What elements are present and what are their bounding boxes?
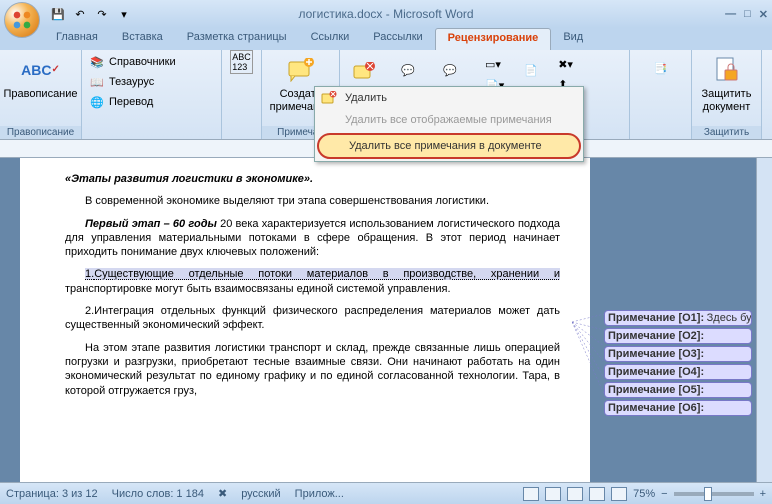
reject-button[interactable]: ✖▾	[555, 54, 576, 74]
spelling-icon: ABC✓	[25, 54, 57, 86]
view-print[interactable]	[523, 487, 539, 501]
page[interactable]: «Этапы развития логистики в экономике». …	[20, 158, 590, 482]
tab-insert[interactable]: Вставка	[110, 28, 175, 50]
ribbon-tabs: Главная Вставка Разметка страницы Ссылки…	[0, 28, 772, 50]
maximize-button[interactable]: □	[744, 8, 751, 21]
view-draft[interactable]	[611, 487, 627, 501]
para-intro: В современной экономике выделяют три эта…	[65, 194, 560, 208]
translate-icon: 🌐	[89, 94, 105, 110]
status-lang[interactable]: русский	[241, 488, 280, 500]
accept-icon: 📄	[515, 56, 547, 88]
tab-view[interactable]: Вид	[551, 28, 595, 50]
thesaurus-button[interactable]: 📖Тезаурус	[86, 72, 217, 92]
comment-2[interactable]: Примечание [О2]:	[604, 328, 752, 344]
thesaurus-icon: 📖	[89, 74, 105, 90]
para-3: На этом этапе развития логистики транспо…	[65, 341, 560, 398]
abc-icon: ABC123	[230, 50, 253, 74]
comment-5[interactable]: Примечание [О5]:	[604, 382, 752, 398]
view-fullscreen[interactable]	[545, 487, 561, 501]
zoom-out[interactable]: −	[661, 488, 667, 500]
tab-review[interactable]: Рецензирование	[435, 28, 552, 50]
compare-icon: 📑	[645, 54, 677, 86]
status-insert[interactable]: Прилож...	[295, 488, 344, 500]
undo-button[interactable]: ↶	[70, 4, 90, 24]
list-item-1: 1.Существующие отдельные потоки материал…	[65, 267, 560, 296]
status-page[interactable]: Страница: 3 из 12	[6, 488, 98, 500]
save-button[interactable]: 💾	[48, 4, 68, 24]
view-web[interactable]	[567, 487, 583, 501]
protect-button[interactable]: Защитить документ	[696, 52, 757, 116]
group-proofing-label: Правописание	[0, 126, 81, 139]
delete-comment-menu: Удалить Удалить все отображаемые примеча…	[314, 86, 584, 162]
ribbon: ABC✓ Правописание Правописание 📚Справочн…	[0, 50, 772, 140]
compare-button[interactable]: 📑	[634, 52, 687, 88]
window-title: логистика.docx - Microsoft Word	[298, 7, 473, 21]
comment-4[interactable]: Примечание [О4]:	[604, 364, 752, 380]
reject-icon: ✖▾	[558, 58, 573, 71]
group-protect-label: Защитить	[692, 126, 761, 139]
tab-mailings[interactable]: Рассылки	[361, 28, 434, 50]
tab-home[interactable]: Главная	[44, 28, 110, 50]
protect-icon	[711, 54, 743, 86]
new-comment-icon	[285, 54, 317, 86]
para-stage1: Первый этап – 60 годы 20 века характериз…	[65, 217, 560, 260]
translate-button[interactable]: 🌐Перевод	[86, 92, 217, 112]
next-icon: 💬	[434, 56, 466, 88]
comment-3[interactable]: Примечание [О3]:	[604, 346, 752, 362]
titlebar: 💾 ↶ ↷ ▾ логистика.docx - Microsoft Word …	[0, 0, 772, 28]
menu-delete-shown: Удалить все отображаемые примечания	[315, 109, 583, 131]
research-icon: 📚	[89, 54, 105, 70]
statusbar: Страница: 3 из 12 Число слов: 1 184 ✖ ру…	[0, 482, 772, 504]
scrollbar-vertical[interactable]	[756, 158, 772, 482]
quick-access-toolbar: 💾 ↶ ↷ ▾	[48, 4, 134, 24]
menu-delete[interactable]: Удалить	[315, 87, 583, 109]
delete-comment-icon	[348, 56, 380, 88]
comment-6[interactable]: Примечание [О6]:	[604, 400, 752, 416]
view-outline[interactable]	[589, 487, 605, 501]
wordcount-button[interactable]: ABC123	[227, 52, 256, 72]
office-button[interactable]	[4, 2, 40, 38]
prev-icon: 💬	[392, 56, 424, 88]
balloons-button[interactable]: ▭▾	[482, 54, 507, 74]
list-item-2: 2.Интеграция отдельных функций физическо…	[65, 304, 560, 333]
minimize-button[interactable]: —	[725, 8, 736, 21]
status-proof-icon[interactable]: ✖	[218, 487, 227, 500]
document-area: «Этапы развития логистики в экономике». …	[0, 158, 772, 482]
zoom-value[interactable]: 75%	[633, 488, 655, 500]
delete-icon	[321, 91, 337, 107]
redo-button[interactable]: ↷	[92, 4, 112, 24]
comment-1[interactable]: Примечание [О1]: Здесь будет пункт 1	[604, 310, 752, 326]
tab-references[interactable]: Ссылки	[299, 28, 362, 50]
close-button[interactable]: ✕	[759, 8, 768, 21]
zoom-slider[interactable]	[674, 492, 754, 496]
tab-layout[interactable]: Разметка страницы	[175, 28, 299, 50]
menu-delete-all[interactable]: Удалить все примечания в документе	[317, 133, 581, 159]
status-words[interactable]: Число слов: 1 184	[112, 488, 204, 500]
qat-more[interactable]: ▾	[114, 4, 134, 24]
zoom-in[interactable]: +	[760, 488, 766, 500]
spelling-button[interactable]: ABC✓ Правописание	[4, 52, 77, 103]
heading: «Этапы развития логистики в экономике».	[65, 172, 560, 186]
comments-pane: Примечание [О1]: Здесь будет пункт 1 При…	[598, 302, 758, 424]
balloon-icon: ▭▾	[485, 58, 501, 71]
research-button[interactable]: 📚Справочники	[86, 52, 217, 72]
